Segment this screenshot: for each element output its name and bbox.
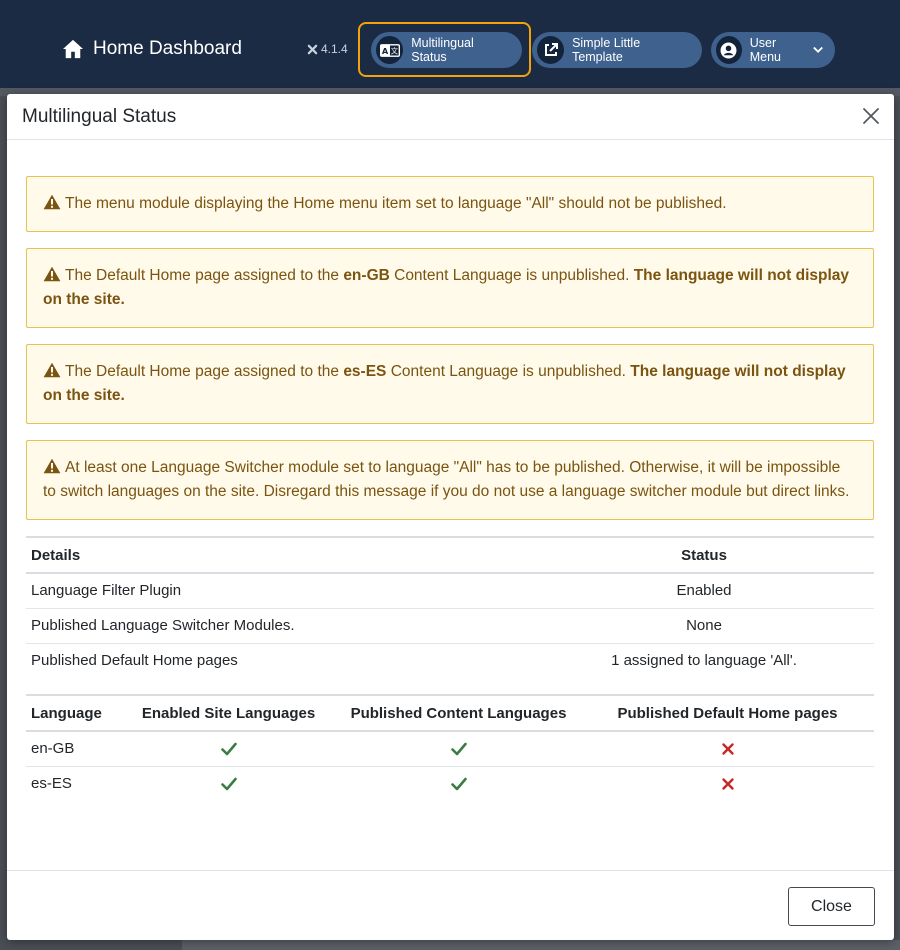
content-languages-header: Published Content Languages [350,704,567,722]
modal-title: Multilingual Status [22,105,177,127]
check-icon [336,731,581,766]
alert-home-es-es: The Default Home page assigned to the es… [26,344,874,424]
warning-icon [43,362,61,378]
cross-icon [721,778,734,790]
table-row: Published Default Home pages 1 assigned … [26,643,874,678]
default-home-header: Published Default Home pages [617,704,838,722]
joomla-icon [307,44,318,54]
multilingual-status-button[interactable]: A文 Multilingual Status [371,32,522,68]
template-label: Simple Little Template [572,36,641,64]
version-label: 4.1.4 [321,42,348,56]
table-row: en-GB [26,731,874,766]
external-link-icon [537,36,565,64]
alert-text: At least one Language Switcher module se… [43,459,850,500]
alert-menu-module: The menu module displaying the Home menu… [26,176,874,232]
detail-status: Enabled [676,582,732,600]
joomla-version: 4.1.4 [307,42,348,56]
multilingual-status-label: Multilingual Status [411,36,474,64]
chevron-down-icon [813,46,823,53]
modal-footer: Close [7,870,894,940]
alert-text-pre: The Default Home page assigned to the [65,267,344,284]
detail-label: Language Filter Plugin [31,582,182,600]
table-row: Language Filter Plugin Enabled [26,573,874,608]
language-code: es-ES [31,775,72,793]
status-header: Status [681,546,727,564]
user-icon [716,36,742,64]
detail-status: 1 assigned to language 'All'. [611,652,797,670]
detail-label: Published Language Switcher Modules. [31,617,295,634]
user-menu-button[interactable]: User Menu [711,32,835,68]
alert-language-code: en-GB [343,267,390,284]
modal-header: Multilingual Status [7,94,894,140]
check-icon [336,766,581,801]
languages-table: Language Enabled Site Languages Publishe… [26,694,874,801]
language-code: en-GB [31,740,75,758]
home-dashboard-label: Home Dashboard [93,38,242,59]
language-header: Language [31,704,102,722]
alert-language-code: es-ES [343,363,387,380]
background-content-ghost [182,940,900,950]
check-icon [121,731,336,766]
svg-text:A: A [381,46,388,56]
detail-label: Published Default Home pages [31,652,238,670]
admin-header: Home Dashboard 4.1.4 A文 Multilingual Sta… [0,0,900,88]
alert-text-mid: Content Language is unpublished. [386,363,631,380]
template-preview-button[interactable]: Simple Little Template [532,32,702,68]
home-icon [63,39,83,59]
detail-status: None [686,617,722,634]
languages-header-row: Language Enabled Site Languages Publishe… [26,695,874,731]
check-icon [220,742,237,756]
check-icon [450,777,467,791]
modal-body: The menu module displaying the Home menu… [26,176,874,801]
alert-language-switcher: At least one Language Switcher module se… [26,440,874,520]
svg-text:文: 文 [390,46,398,55]
warning-icon [43,194,61,210]
warning-icon [43,266,61,282]
multilingual-status-modal: Multilingual Status The menu module disp… [7,94,894,940]
details-header-row: Details Status [26,537,874,573]
table-row: Published Language Switcher Modules. Non… [26,608,874,643]
warning-icon [43,458,61,474]
user-menu-label: User Menu [749,36,781,64]
cross-icon [581,731,874,766]
details-header: Details [31,546,81,564]
alert-text-mid: Content Language is unpublished. [389,267,634,284]
alert-text-pre: The Default Home page assigned to the [65,363,344,380]
check-icon [450,742,467,756]
check-icon [220,777,237,791]
table-row: es-ES [26,766,874,801]
site-languages-header: Enabled Site Languages [141,704,316,722]
details-table: Details Status Language Filter Plugin En… [26,536,874,678]
alert-text: The menu module displaying the Home menu… [65,195,727,212]
check-icon [121,766,336,801]
alert-home-en-gb: The Default Home page assigned to the en… [26,248,874,328]
home-dashboard-link[interactable]: Home Dashboard [62,36,242,62]
cross-icon [721,743,734,755]
language-icon: A文 [376,36,404,64]
cross-icon [581,766,874,801]
close-button[interactable]: Close [788,887,875,926]
close-icon[interactable] [861,106,881,126]
